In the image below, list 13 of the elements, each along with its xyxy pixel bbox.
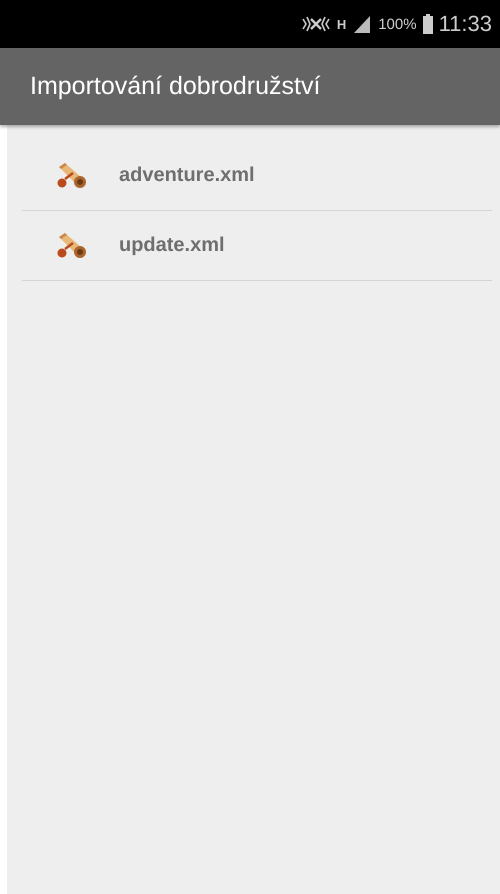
scroll-icon	[55, 232, 87, 258]
battery-level: 100%	[378, 16, 417, 32]
app-bar-title: Importování dobrodružství	[30, 72, 320, 101]
file-list-item[interactable]: adventure.xml	[22, 141, 492, 211]
signal-icon	[352, 15, 372, 33]
scroll-icon	[55, 162, 87, 188]
battery-icon	[422, 14, 433, 34]
clock: 11:33	[438, 11, 492, 37]
vibrate-icon	[300, 15, 331, 33]
file-list-item[interactable]: update.xml	[22, 211, 492, 281]
file-name: adventure.xml	[119, 164, 255, 187]
network-type: H	[336, 16, 346, 32]
file-name: update.xml	[119, 234, 225, 257]
